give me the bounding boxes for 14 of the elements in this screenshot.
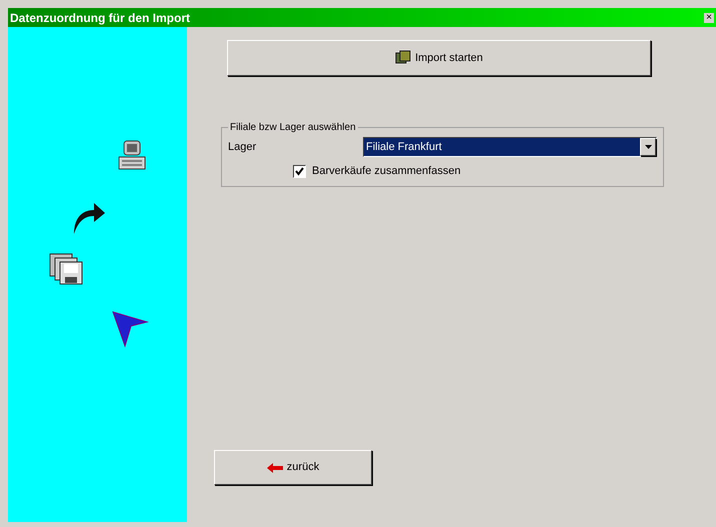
dropdown-value: Filiale Frankfurt — [364, 138, 640, 156]
window-title: Datenzuordnung für den Import — [10, 10, 190, 26]
pointer-icon — [111, 310, 149, 348]
checkbox[interactable] — [293, 164, 306, 178]
group-title: Filiale bzw Lager auswählen — [229, 121, 357, 135]
import-icon — [395, 50, 412, 66]
branch-dropdown[interactable]: Filiale Frankfurt — [363, 137, 657, 157]
close-button[interactable]: × — [704, 12, 714, 22]
checkbox-label: Barverkäufe zusammenfassen — [312, 164, 461, 179]
field-label: Lager — [228, 140, 258, 155]
back-button[interactable]: zurück — [214, 450, 372, 485]
stacked-disks-icon — [48, 252, 84, 286]
left-arrow-icon — [266, 462, 283, 472]
import-button[interactable]: Import starten — [227, 40, 651, 76]
